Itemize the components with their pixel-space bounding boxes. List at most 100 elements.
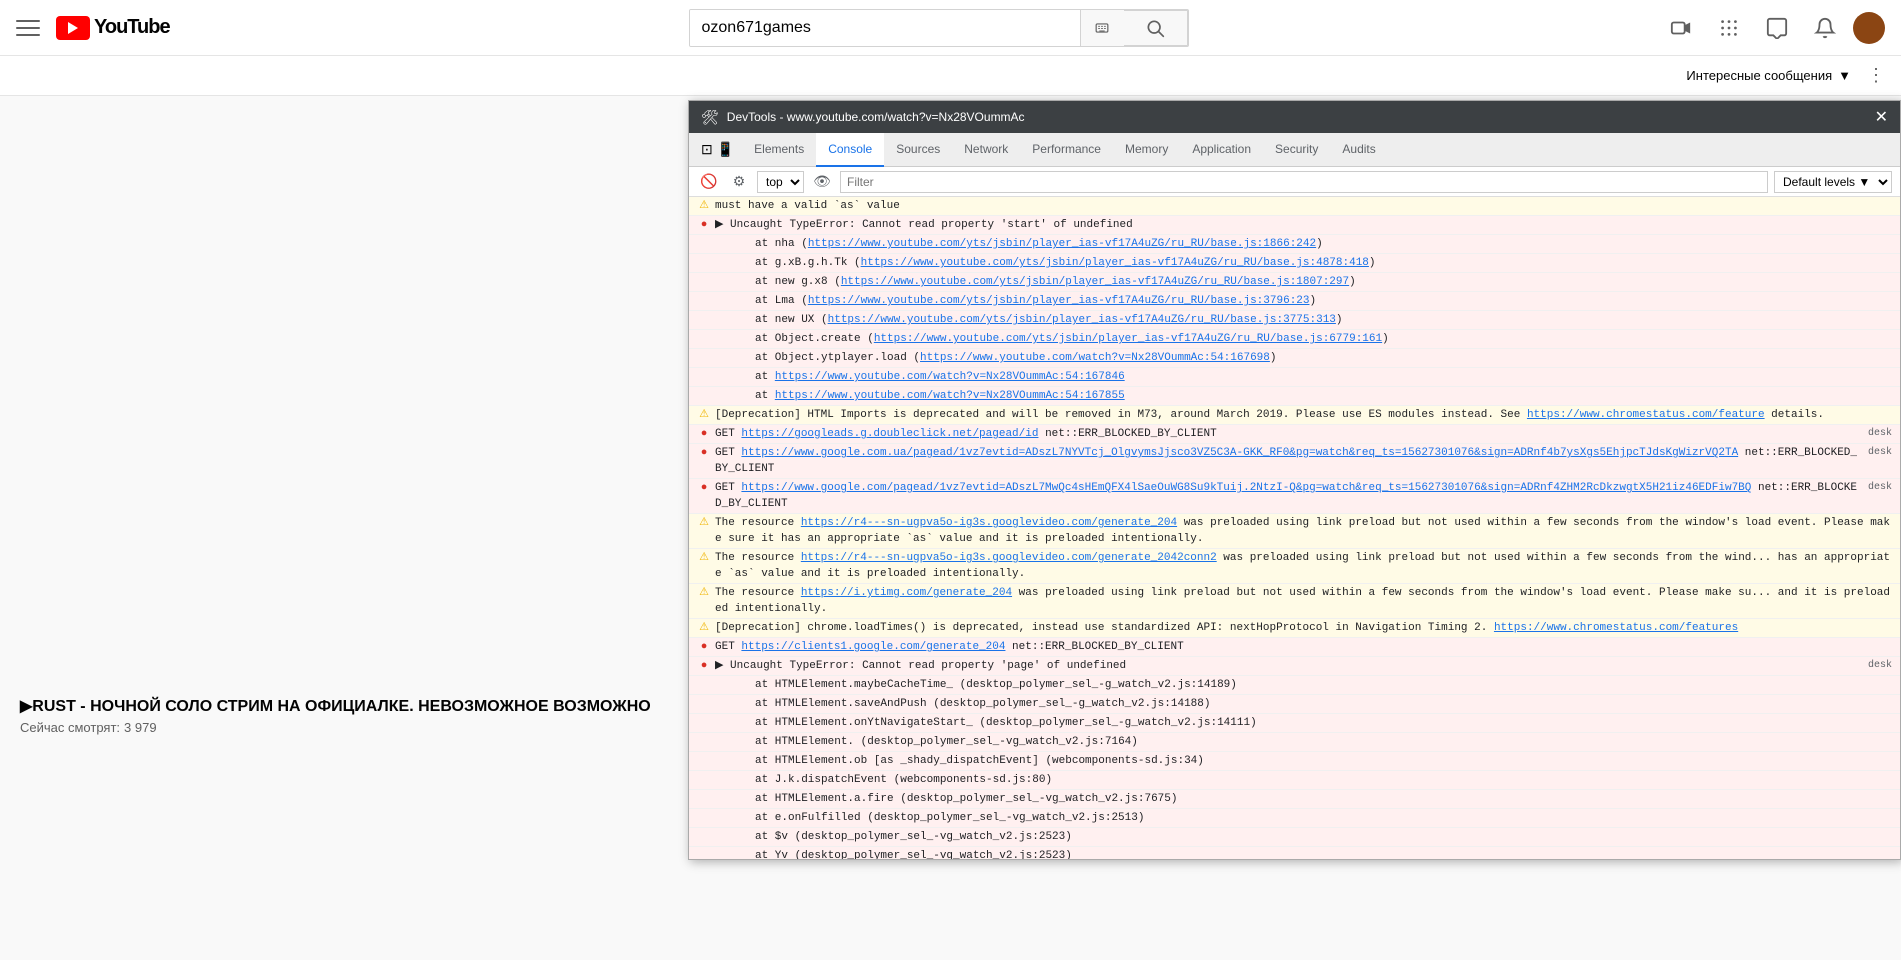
devtools-title: DevTools - www.youtube.com/watch?v=Nx28V… xyxy=(727,110,1867,124)
tab-application[interactable]: Application xyxy=(1180,133,1263,167)
console-link[interactable]: https://www.youtube.com/watch?v=Nx28VOum… xyxy=(920,352,1270,364)
console-link[interactable]: https://www.youtube.com/watch?v=Nx28VOum… xyxy=(775,390,1125,402)
console-link[interactable]: https://www.youtube.com/yts/jsbin/player… xyxy=(808,238,1316,250)
warn-icon: ⚠ xyxy=(697,199,711,213)
error-icon: ● xyxy=(697,659,711,673)
notification-bar: Интересные сообщения ▼ ⋮ xyxy=(0,56,1901,96)
console-line-text: at e.onFulfilled (desktop_polymer_sel_-v… xyxy=(755,810,1892,826)
search-input[interactable] xyxy=(690,10,1080,46)
devtools-device-icon[interactable]: 📱 xyxy=(717,141,734,158)
console-line: ●▶ Uncaught TypeError: Cannot read prope… xyxy=(689,657,1900,676)
console-line-text: GET https://www.google.com/pagead/1vz7ev… xyxy=(715,480,1860,512)
console-link[interactable]: https://www.google.com/pagead/1vz7evtid=… xyxy=(741,482,1751,494)
menu-icon[interactable] xyxy=(16,16,40,40)
tab-elements[interactable]: Elements xyxy=(742,133,816,167)
console-line: at HTMLElement.onYtNavigateStart_ (deskt… xyxy=(689,714,1900,733)
devtools-tab-icons: ⊡ 📱 xyxy=(693,141,742,158)
devtools-inspect-icon[interactable]: ⊡ xyxy=(701,141,713,158)
console-line: ⚠The resource https://r4---sn-ugpva5o-ig… xyxy=(689,514,1900,549)
console-link[interactable]: https://r4---sn-ugpva5o-ig3s.googlevideo… xyxy=(801,552,1217,564)
console-line: ⚠[Deprecation] chrome.loadTimes() is dep… xyxy=(689,619,1900,638)
console-line-text: The resource https://i.ytimg.com/generat… xyxy=(715,585,1892,617)
filter-input[interactable] xyxy=(840,171,1768,193)
devtools-close-icon[interactable]: ✕ xyxy=(1875,107,1888,127)
console-line-text: must have a valid `as` value xyxy=(715,198,1892,214)
error-icon: ● xyxy=(697,218,711,232)
devtools-titlebar: 🛠 DevTools - www.youtube.com/watch?v=Nx2… xyxy=(689,101,1900,133)
console-link[interactable]: https://www.youtube.com/watch?v=Nx28VOum… xyxy=(775,371,1125,383)
search-button[interactable] xyxy=(1124,10,1188,46)
console-line-text: at Lma (https://www.youtube.com/yts/jsbi… xyxy=(755,293,1892,309)
console-link[interactable]: https://www.youtube.com/yts/jsbin/player… xyxy=(861,257,1369,269)
console-line-text: at HTMLElement.ob [as _shady_dispatchEve… xyxy=(755,753,1892,769)
console-line-text: at new g.x8 (https://www.youtube.com/yts… xyxy=(755,274,1892,290)
tab-security[interactable]: Security xyxy=(1263,133,1330,167)
tab-audits[interactable]: Audits xyxy=(1330,133,1387,167)
console-link[interactable]: https://www.google.com.ua/pagead/1vz7evt… xyxy=(741,447,1738,459)
apps-icon[interactable] xyxy=(1709,8,1749,48)
keyboard-icon[interactable] xyxy=(1080,10,1124,46)
tab-network[interactable]: Network xyxy=(952,133,1020,167)
devtools-panel: 🛠 DevTools - www.youtube.com/watch?v=Nx2… xyxy=(688,100,1901,860)
console-line-text: at J.k.dispatchEvent (webcomponents-sd.j… xyxy=(755,772,1892,788)
settings-icon[interactable]: ⚙ xyxy=(727,170,751,194)
error-icon: ● xyxy=(697,446,711,460)
level-select[interactable]: Default levels ▼ xyxy=(1774,171,1892,193)
console-link[interactable]: https://www.chromestatus.com/features xyxy=(1494,622,1738,634)
header-left: YouTube xyxy=(16,16,216,40)
header-center xyxy=(216,9,1661,47)
console-line: at HTMLElement.ob [as _shady_dispatchEve… xyxy=(689,752,1900,771)
user-avatar[interactable] xyxy=(1853,12,1885,44)
console-link[interactable]: https://www.chromestatus.com/feature xyxy=(1527,409,1765,421)
console-line-text: at HTMLElement.maybeCacheTime_ (desktop_… xyxy=(755,677,1892,693)
console-line: at HTMLElement.saveAndPush (desktop_poly… xyxy=(689,695,1900,714)
console-line: at HTMLElement.a.fire (desktop_polymer_s… xyxy=(689,790,1900,809)
console-link[interactable]: https://googleads.g.doubleclick.net/page… xyxy=(741,428,1038,440)
console-link[interactable]: https://www.youtube.com/yts/jsbin/player… xyxy=(874,333,1382,345)
notifications-icon[interactable] xyxy=(1805,8,1845,48)
empty-icon xyxy=(737,313,751,327)
error-icon: ● xyxy=(697,481,711,495)
console-link[interactable]: https://clients1.google.com/generate_204 xyxy=(741,641,1005,653)
console-output[interactable]: ⚠ must have a valid `as` value ●▶ Uncaugh… xyxy=(689,197,1900,859)
notification-chevron-icon[interactable]: ▼ xyxy=(1838,68,1851,83)
context-select[interactable]: top xyxy=(757,171,804,193)
console-link[interactable]: https://r4---sn-ugpva5o-ig3s.googlevideo… xyxy=(801,517,1177,529)
notification-more-icon[interactable]: ⋮ xyxy=(1867,65,1885,86)
viewers-count: 3 979 xyxy=(124,720,157,735)
youtube-logo[interactable]: YouTube xyxy=(56,16,170,40)
warn-icon: ⚠ xyxy=(697,621,711,635)
console-line: at $v (desktop_polymer_sel_-vg_watch_v2.… xyxy=(689,828,1900,847)
clear-console-icon[interactable]: 🚫 xyxy=(697,170,721,194)
console-line-text: at $v (desktop_polymer_sel_-vg_watch_v2.… xyxy=(755,829,1892,845)
console-line: at https://www.youtube.com/watch?v=Nx28V… xyxy=(689,368,1900,387)
tab-performance[interactable]: Performance xyxy=(1020,133,1113,167)
console-line-source: desk xyxy=(1868,445,1892,461)
empty-icon xyxy=(737,811,751,825)
tab-console[interactable]: Console xyxy=(816,133,884,167)
console-line-text: at Object.ytplayer.load (https://www.you… xyxy=(755,350,1892,366)
console-line: ⚠The resource https://i.ytimg.com/genera… xyxy=(689,584,1900,619)
empty-icon xyxy=(737,697,751,711)
console-line: at J.k.dispatchEvent (webcomponents-sd.j… xyxy=(689,771,1900,790)
warn-icon: ⚠ xyxy=(697,551,711,565)
console-line-source: desk xyxy=(1868,480,1892,496)
console-link[interactable]: https://www.youtube.com/yts/jsbin/player… xyxy=(841,276,1349,288)
console-link[interactable]: https://i.ytimg.com/generate_204 xyxy=(801,587,1012,599)
console-line: at g.xB.g.h.Tk (https://www.youtube.com/… xyxy=(689,254,1900,273)
console-line-text: at https://www.youtube.com/watch?v=Nx28V… xyxy=(755,388,1892,404)
console-line-text: at HTMLElement.a.fire (desktop_polymer_s… xyxy=(755,791,1892,807)
console-link[interactable]: https://www.youtube.com/yts/jsbin/player… xyxy=(808,295,1310,307)
console-line-source: desk xyxy=(1868,658,1892,674)
eye-icon[interactable]: 👁 xyxy=(810,170,834,194)
video-call-icon[interactable] xyxy=(1661,8,1701,48)
devtools-tabs: ⊡ 📱 Elements Console Sources Network Per… xyxy=(689,133,1900,167)
empty-icon xyxy=(737,735,751,749)
console-link[interactable]: https://www.youtube.com/yts/jsbin/player… xyxy=(828,314,1336,326)
chat-icon[interactable] xyxy=(1757,8,1797,48)
console-line-text: The resource https://r4---sn-ugpva5o-ig3… xyxy=(715,515,1892,547)
youtube-logo-icon xyxy=(56,16,90,40)
console-line: ●GET https://clients1.google.com/generat… xyxy=(689,638,1900,657)
tab-sources[interactable]: Sources xyxy=(884,133,952,167)
tab-memory[interactable]: Memory xyxy=(1113,133,1180,167)
